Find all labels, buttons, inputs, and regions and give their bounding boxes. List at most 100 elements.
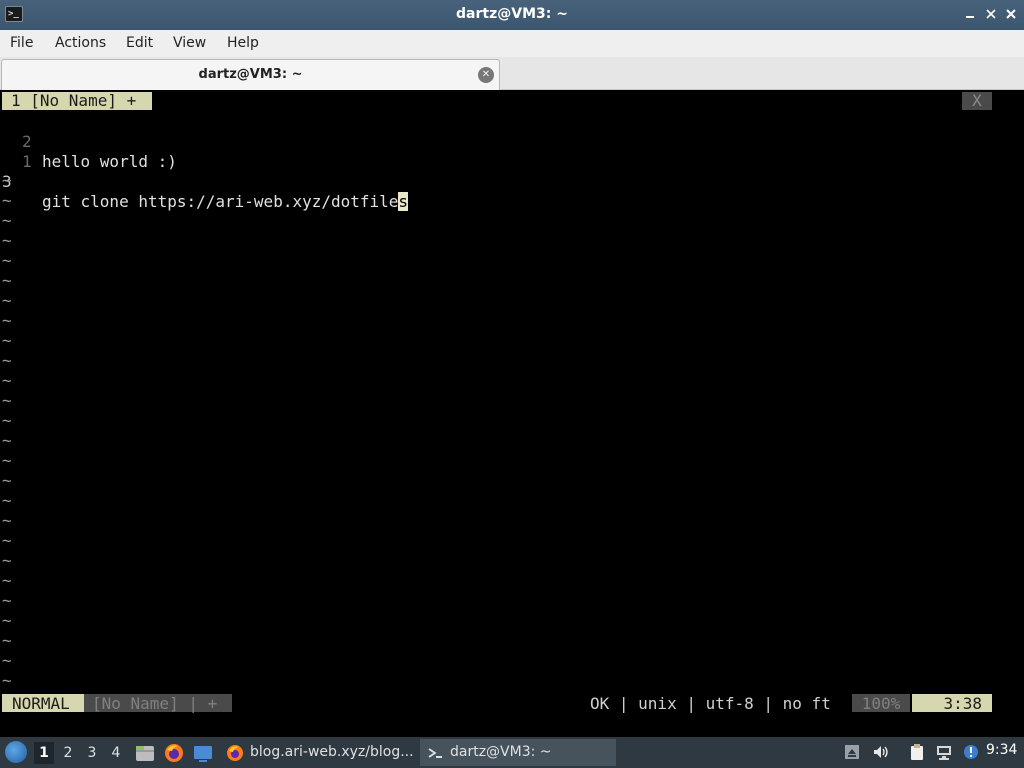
empty-line-marker: ~	[0, 491, 1024, 511]
menu-view[interactable]: View	[173, 35, 206, 51]
workspace-1[interactable]: 1	[34, 742, 54, 764]
tilde: ~	[2, 651, 12, 670]
vim-cursor-position: 3:38	[912, 694, 992, 713]
empty-line-marker: ~	[0, 471, 1024, 491]
task-label: blog.ari-web.xyz/blog...	[250, 744, 414, 760]
desktop-icon[interactable]	[192, 742, 214, 764]
tilde: ~	[2, 171, 12, 190]
empty-line-marker: ~	[0, 171, 1024, 191]
menu-help[interactable]: Help	[227, 35, 259, 51]
vim-fileinfo: OK | unix | utf-8 | no ft	[590, 694, 831, 713]
tab-strip: dartz@VM3: ~ ✕	[0, 57, 1024, 90]
tilde: ~	[2, 271, 12, 290]
tilde: ~	[2, 331, 12, 350]
empty-line-marker: ~	[0, 611, 1024, 631]
empty-line-marker: ~	[0, 631, 1024, 651]
workspace-4[interactable]: 4	[106, 742, 126, 764]
menu-bar: File Actions Edit View Help	[0, 30, 1024, 57]
vim-percent: 100%	[852, 694, 910, 713]
empty-line-marker: ~	[0, 571, 1024, 591]
empty-line-marker: ~	[0, 411, 1024, 431]
empty-line-marker: ~	[0, 591, 1024, 611]
empty-line-marker: ~	[0, 211, 1024, 231]
menu-file[interactable]: File	[10, 35, 33, 51]
empty-line-marker: ~	[0, 291, 1024, 311]
tilde: ~	[2, 291, 12, 310]
tilde: ~	[2, 671, 12, 690]
tilde: ~	[2, 371, 12, 390]
vim-tab-close[interactable]: X	[962, 92, 992, 110]
network-icon[interactable]	[935, 743, 953, 761]
vim-line: 2 hello world :)	[0, 112, 1024, 171]
empty-line-marker: ~	[0, 451, 1024, 471]
empty-line-marker: ~	[0, 191, 1024, 211]
empty-line-marker: ~	[0, 371, 1024, 391]
clock: 9:34	[986, 742, 1018, 758]
empty-line-marker: ~	[0, 231, 1024, 251]
empty-line-marker: ~	[0, 331, 1024, 351]
tilde: ~	[2, 411, 12, 430]
volume-icon[interactable]	[872, 743, 890, 761]
terminal-area[interactable]: 1 [No Name] + X 2 hello world :) 1 3 git…	[0, 91, 1024, 737]
tilde: ~	[2, 471, 12, 490]
firefox-icon[interactable]	[163, 742, 185, 764]
tilde: ~	[2, 491, 12, 510]
empty-line-marker: ~	[0, 391, 1024, 411]
vim-line-current: 3 git clone https://ari-web.xyz/dotfiles	[0, 152, 1024, 211]
tilde: ~	[2, 211, 12, 230]
close-icon[interactable]	[1003, 6, 1019, 22]
tilde: ~	[2, 631, 12, 650]
tilde: ~	[2, 611, 12, 630]
empty-line-marker: ~	[0, 531, 1024, 551]
start-menu-icon[interactable]	[5, 741, 27, 763]
tilde: ~	[2, 191, 12, 210]
taskbar: 1 2 3 4 blog.ari-web.xyz/blog... dartz@V…	[0, 737, 1024, 768]
notifications-icon[interactable]	[962, 743, 980, 761]
task-firefox[interactable]: blog.ari-web.xyz/blog...	[220, 739, 418, 766]
empty-line-marker: ~	[0, 651, 1024, 671]
tilde: ~	[2, 431, 12, 450]
vim-tab-current[interactable]: 1 [No Name] +	[2, 92, 152, 110]
tilde: ~	[2, 591, 12, 610]
terminal-icon	[426, 744, 444, 762]
eject-icon[interactable]	[843, 743, 861, 761]
window-titlebar: >_ dartz@VM3: ~	[0, 0, 1024, 30]
empty-line-marker: ~	[0, 251, 1024, 271]
empty-line-marker: ~	[0, 311, 1024, 331]
empty-line-marker: ~	[0, 351, 1024, 371]
tilde: ~	[2, 251, 12, 270]
firefox-icon	[226, 744, 244, 762]
restore-icon[interactable]	[983, 6, 999, 22]
empty-line-marker: ~	[0, 431, 1024, 451]
tilde: ~	[2, 351, 12, 370]
vim-mode: NORMAL	[2, 694, 84, 713]
task-label: dartz@VM3: ~	[450, 744, 552, 760]
tilde: ~	[2, 571, 12, 590]
tilde: ~	[2, 531, 12, 550]
tilde: ~	[2, 511, 12, 530]
task-terminal[interactable]: dartz@VM3: ~	[420, 739, 616, 766]
clipboard-icon[interactable]	[908, 743, 926, 761]
tilde: ~	[2, 231, 12, 250]
vim-statusline: NORMAL [No Name] | + OK | unix | utf-8 |…	[0, 692, 1024, 714]
file-manager-icon[interactable]	[134, 742, 156, 764]
tab-close-icon[interactable]: ✕	[478, 67, 494, 83]
empty-line-marker: ~	[0, 511, 1024, 531]
workspace-2[interactable]: 2	[58, 742, 78, 764]
tilde: ~	[2, 391, 12, 410]
minimize-icon[interactable]	[962, 6, 978, 22]
empty-line-marker: ~	[0, 551, 1024, 571]
empty-line-marker: ~	[0, 271, 1024, 291]
vim-filename: [No Name] | +	[84, 694, 232, 713]
window-title: dartz@VM3: ~	[456, 6, 568, 22]
tab-terminal[interactable]: dartz@VM3: ~ ✕	[1, 59, 500, 90]
menu-actions[interactable]: Actions	[55, 35, 106, 51]
vim-tabline: 1 [No Name] + X	[0, 91, 1024, 111]
tilde: ~	[2, 451, 12, 470]
tilde: ~	[2, 551, 12, 570]
tab-label: dartz@VM3: ~	[198, 67, 303, 82]
vim-line: 1	[0, 132, 1024, 171]
menu-edit[interactable]: Edit	[126, 35, 153, 51]
workspace-3[interactable]: 3	[82, 742, 102, 764]
empty-line-marker: ~	[0, 671, 1024, 691]
